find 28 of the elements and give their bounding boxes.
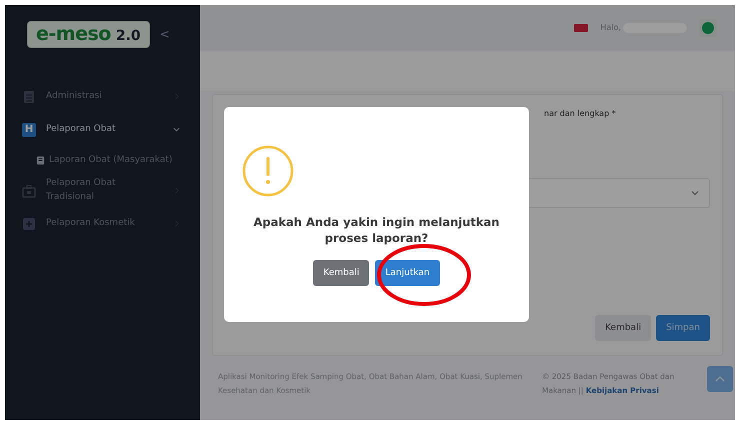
hospital-icon: H — [22, 122, 36, 136]
back-button[interactable]: Kembali — [313, 260, 370, 286]
chevron-down-icon — [173, 126, 180, 133]
logo-version: 2.0 — [116, 28, 141, 44]
user-avatar[interactable] — [699, 18, 717, 36]
plus-square-icon — [22, 216, 36, 230]
warning-icon — [242, 145, 294, 197]
sidebar-item[interactable]: Pelaporan Obat Tradisional — [5, 174, 200, 207]
field-label: nar dan lengkap * — [544, 109, 617, 118]
back-button[interactable]: Kembali — [595, 315, 652, 341]
briefcase-icon — [22, 184, 36, 198]
sidebar-item[interactable]: H Pelaporan Obat — [5, 113, 200, 146]
app-logo[interactable]: e-meso 2.0 — [27, 20, 150, 48]
flag-icon[interactable] — [574, 24, 588, 32]
sidebar-item[interactable]: Pelaporan Kosmetik — [5, 207, 200, 240]
dialog-message: Apakah Anda yakin ingin melanjutkan proses laporan? — [252, 215, 500, 246]
logo-brand: e-meso — [36, 22, 111, 44]
greeting-text: Halo, — [600, 23, 621, 32]
chevron-down-icon — [691, 190, 699, 196]
chevron-up-icon — [715, 376, 725, 382]
sidebar-subitem[interactable]: Laporan Obat (Masyarakat) — [5, 146, 200, 174]
save-button[interactable]: Simpan — [656, 315, 710, 341]
collapse-sidebar-button[interactable]: < — [160, 27, 170, 41]
document-icon — [22, 90, 36, 104]
sidebar-item[interactable]: Administrasi — [5, 80, 200, 113]
continue-button[interactable]: Lanjutkan — [375, 260, 440, 286]
scroll-top-button[interactable] — [707, 366, 733, 392]
book-icon — [36, 156, 45, 164]
